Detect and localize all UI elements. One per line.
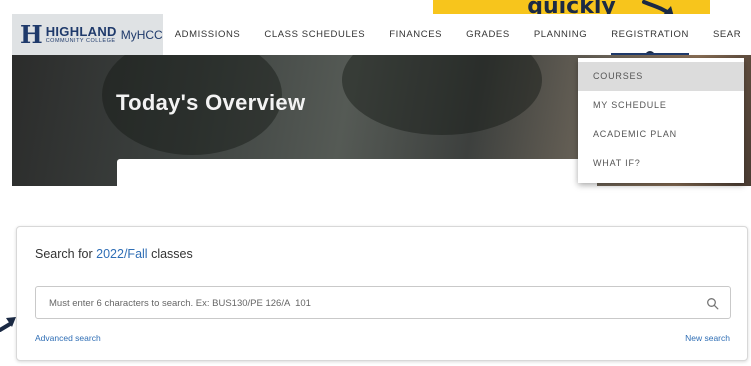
search-heading-prefix: Search for: [35, 247, 93, 261]
search-heading: Search for 2022/Fall classes: [35, 247, 193, 261]
callout-text: quickly: [527, 0, 616, 15]
logo-wordmark: HIGHLAND COMMUNITY COLLEGE: [46, 25, 117, 45]
course-search-panel: Search for 2022/Fall classes Advanced se…: [16, 226, 748, 361]
advanced-search-link[interactable]: Advanced search: [35, 333, 101, 343]
logo-name: HIGHLAND: [45, 23, 117, 39]
registration-dropdown: COURSES MY SCHEDULE ACADEMIC PLAN WHAT I…: [578, 58, 744, 183]
nav-item-finances[interactable]: FINANCES: [377, 14, 454, 55]
nav-item-search[interactable]: SEAR: [701, 14, 751, 55]
logo-app-name: MyHCC: [120, 27, 163, 42]
search-heading-suffix: classes: [151, 247, 193, 261]
nav-item-class-schedules[interactable]: CLASS SCHEDULES: [252, 14, 377, 55]
nav-menu: ADMISSIONS CLASS SCHEDULES FINANCES GRAD…: [163, 14, 751, 61]
term-link[interactable]: 2022/Fall: [96, 247, 147, 261]
search-input[interactable]: [36, 287, 691, 320]
nav-item-admissions[interactable]: ADMISSIONS: [163, 14, 253, 55]
dropdown-item-academic-plan[interactable]: ACADEMIC PLAN: [578, 120, 744, 149]
nav-item-planning[interactable]: PLANNING: [522, 14, 599, 55]
top-nav: H HIGHLAND COMMUNITY COLLEGE MyHCC ADMIS…: [12, 14, 751, 61]
new-search-link[interactable]: New search: [685, 333, 730, 343]
search-icon[interactable]: [706, 297, 719, 310]
logo[interactable]: H HIGHLAND COMMUNITY COLLEGE MyHCC: [12, 14, 163, 55]
nav-item-grades[interactable]: GRADES: [454, 14, 522, 55]
overview-card: [117, 159, 597, 186]
logo-subtitle: COMMUNITY COLLEGE: [45, 37, 116, 44]
dropdown-item-my-schedule[interactable]: MY SCHEDULE: [578, 91, 744, 120]
background-foliage: [342, 55, 542, 135]
nav-item-registration[interactable]: REGISTRATION: [599, 14, 701, 61]
search-field: [35, 286, 731, 320]
dropdown-item-what-if[interactable]: WHAT IF?: [578, 149, 744, 178]
dropdown-item-courses[interactable]: COURSES: [578, 62, 744, 91]
nav-item-registration-label: REGISTRATION: [611, 29, 689, 40]
logo-mark: H: [20, 19, 43, 49]
page-title: Today's Overview: [116, 90, 306, 115]
